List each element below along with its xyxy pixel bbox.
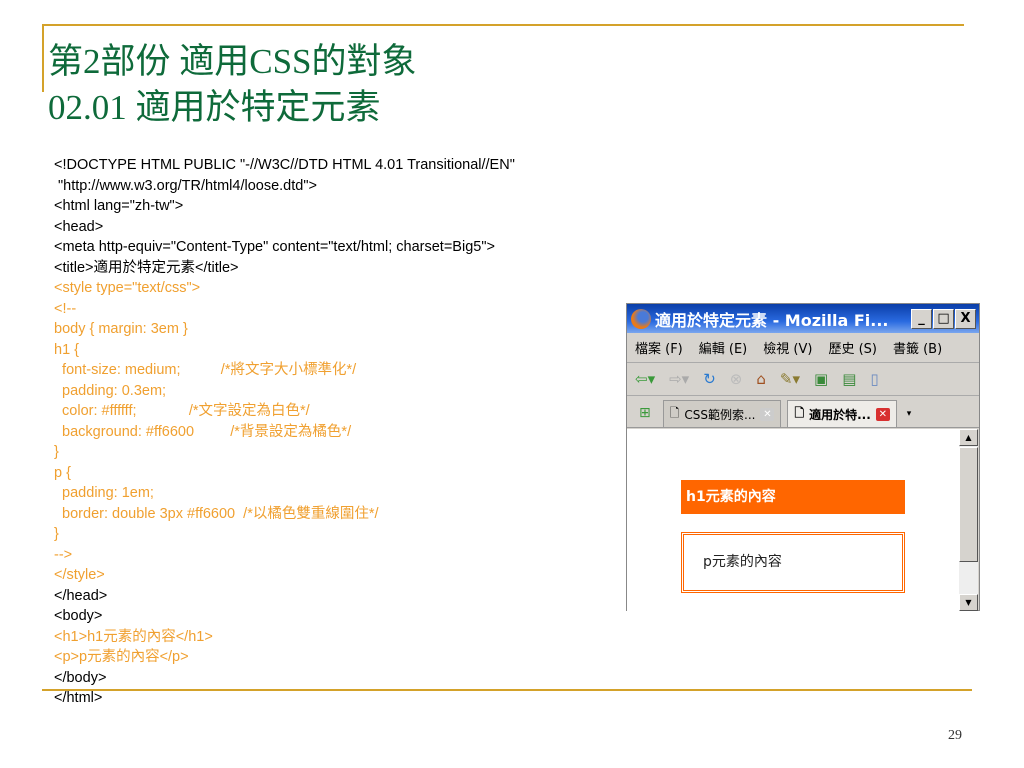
menu-bar: 檔案 (F) 編輯 (E) 檢視 (V) 歷史 (S) 書籤 (B)	[627, 333, 979, 363]
menu-history[interactable]: 歷史 (S)	[828, 338, 877, 357]
sidebar-icon[interactable]: ▯	[870, 370, 878, 388]
new-tab-icon[interactable]: ⊞	[633, 405, 657, 427]
menu-edit[interactable]: 編輯 (E)	[699, 338, 748, 357]
rendered-h1: h1元素的內容	[681, 480, 905, 514]
code-line: font-size: medium; /*將文字大小標準化*/	[54, 362, 357, 378]
navigation-toolbar: ⇦▾ ⇨▾ ↻ ⊗ ⌂ ✎▾ ▣ ▤ ▯	[627, 363, 979, 396]
close-tab-icon[interactable]: ✕	[760, 407, 775, 421]
code-line: <!--	[54, 300, 77, 317]
page-icon: 🗋	[794, 405, 805, 420]
code-line: <head>	[54, 218, 104, 235]
code-listing: <!DOCTYPE HTML PUBLIC "-//W3C//DTD HTML …	[54, 155, 515, 709]
new-tab-icon[interactable]: ▤	[842, 370, 856, 388]
top-rule	[42, 24, 964, 26]
code-line: </body>	[54, 669, 107, 686]
code-line: <title>適用於特定元素</title>	[54, 259, 239, 276]
tab-css-index[interactable]: 🗋 CSS範例索... ✕	[662, 400, 782, 427]
tab-label: CSS範例索...	[684, 407, 756, 422]
tab-list-icon[interactable]: ▾	[903, 409, 916, 427]
code-line: </html>	[54, 690, 103, 706]
vertical-scrollbar[interactable]: ▲ ▼	[959, 429, 978, 611]
menu-view[interactable]: 檢視 (V)	[763, 338, 812, 357]
minimize-button[interactable]: _	[911, 308, 932, 329]
code-line: }	[54, 526, 59, 542]
stop-icon[interactable]: ⊗	[730, 370, 743, 388]
code-line: <body>	[54, 608, 103, 624]
code-line: <meta http-equiv="Content-Type" content=…	[54, 239, 495, 255]
bookmark-icon[interactable]: ✎▾	[780, 370, 800, 388]
menu-file[interactable]: 檔案 (F)	[635, 338, 683, 357]
page-icon: 🗋	[669, 405, 680, 420]
window-title: 適用於特定元素 - Mozilla Fi...	[655, 310, 889, 330]
code-line: body { margin: 3em }	[54, 321, 188, 337]
reload-icon[interactable]: ↻	[703, 370, 716, 388]
page-number: 29	[948, 728, 962, 743]
bottom-rule	[42, 689, 972, 691]
maximize-button[interactable]: □	[933, 308, 954, 329]
code-line: <style type="text/css">	[54, 280, 201, 296]
code-line: <html lang="zh-tw">	[54, 198, 184, 214]
code-line: </style>	[54, 567, 105, 583]
left-rule	[42, 24, 44, 92]
back-icon[interactable]: ⇦▾	[635, 370, 655, 388]
new-window-icon[interactable]: ▣	[814, 370, 828, 388]
menu-bookmarks[interactable]: 書籤 (B)	[893, 338, 942, 357]
close-button[interactable]: X	[955, 308, 976, 329]
close-tab-icon[interactable]: ✕	[875, 407, 890, 421]
slide-title: 第2部份 適用CSS的對象	[48, 42, 417, 81]
home-icon[interactable]: ⌂	[756, 370, 766, 388]
code-line: padding: 0.3em;	[54, 382, 167, 399]
code-line: }	[54, 444, 59, 460]
title-bar: 適用於特定元素 - Mozilla Fi... _ □ X	[627, 304, 979, 333]
code-line: color: #ffffff; /*文字設定為白色*/	[54, 403, 310, 419]
rendered-p: p元素的內容	[681, 532, 905, 593]
code-line: background: #ff6600 /*背景設定為橘色*/	[54, 423, 352, 440]
tab-label: 適用於特...	[809, 407, 871, 422]
code-line: </head>	[54, 587, 108, 604]
code-line: h1 {	[54, 341, 79, 358]
slide-subtitle: 02.01 適用於特定元素	[48, 88, 381, 127]
code-line: <!DOCTYPE HTML PUBLIC "-//W3C//DTD HTML …	[54, 157, 515, 173]
firefox-logo-icon	[631, 308, 651, 329]
code-line: <h1>h1元素的內容</h1>	[54, 628, 213, 645]
page-content: h1元素的內容 p元素的內容	[627, 429, 959, 611]
code-line: -->	[54, 546, 73, 563]
forward-icon[interactable]: ⇨▾	[669, 370, 689, 388]
code-line: "http://www.w3.org/TR/html4/loose.dtd">	[54, 177, 317, 194]
code-line: p {	[54, 464, 71, 481]
scroll-up-icon[interactable]: ▲	[959, 429, 978, 446]
code-line: padding: 1em;	[54, 485, 154, 501]
code-line: <p>p元素的內容</p>	[54, 649, 189, 665]
scroll-down-icon[interactable]: ▼	[959, 594, 978, 611]
scroll-thumb[interactable]	[959, 447, 978, 562]
tab-active[interactable]: 🗋 適用於特... ✕	[787, 400, 897, 427]
tab-bar: ⊞ 🗋 CSS範例索... ✕ 🗋 適用於特... ✕ ▾	[627, 396, 979, 428]
code-line: border: double 3px #ff6600 /*以橘色雙重線圍住*/	[54, 505, 379, 522]
browser-window: 適用於特定元素 - Mozilla Fi... _ □ X 檔案 (F) 編輯 …	[626, 303, 980, 611]
